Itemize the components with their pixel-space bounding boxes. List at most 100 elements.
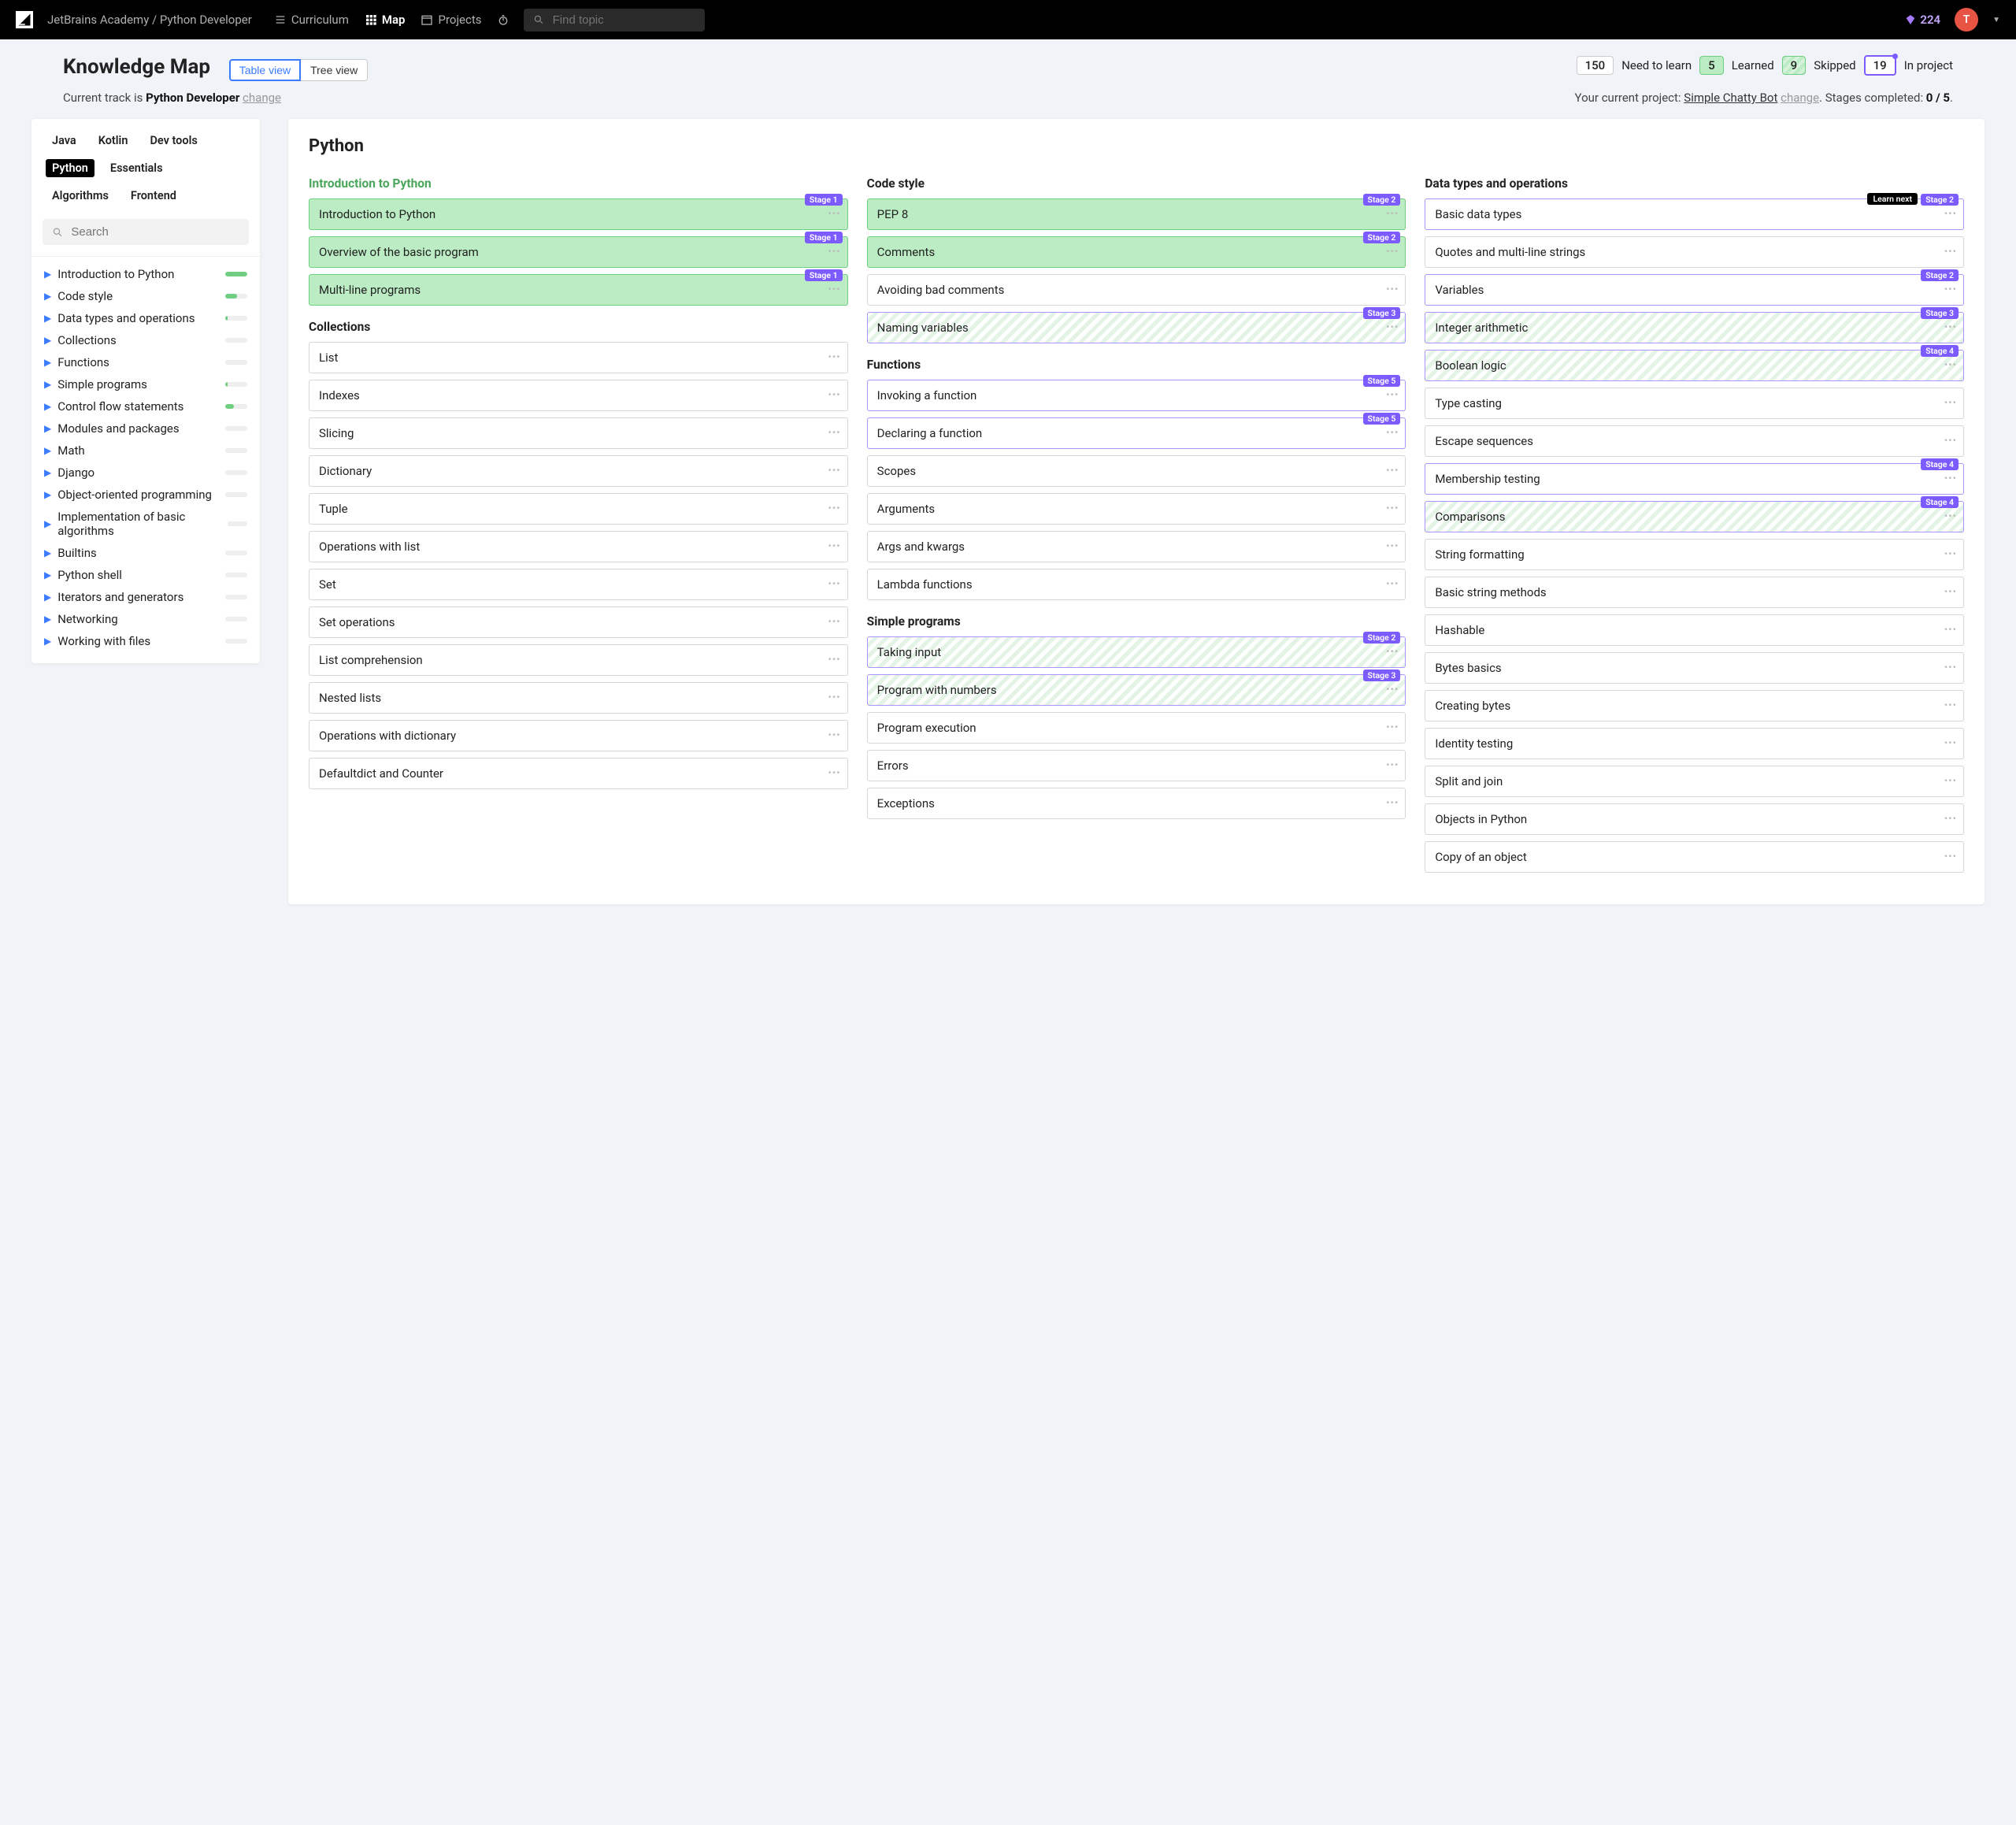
more-icon[interactable]: •••: [1944, 360, 1957, 372]
more-icon[interactable]: •••: [1386, 579, 1399, 591]
tree-item[interactable]: ▶ Functions: [43, 351, 249, 373]
tree-item[interactable]: ▶ Iterators and generators: [43, 586, 249, 608]
more-icon[interactable]: •••: [1944, 209, 1957, 221]
tree-item[interactable]: ▶ Working with files: [43, 630, 249, 652]
tree-item[interactable]: ▶ Modules and packages: [43, 417, 249, 440]
more-icon[interactable]: •••: [828, 247, 841, 258]
tree-item[interactable]: ▶ Data types and operations: [43, 307, 249, 329]
topic-card[interactable]: Copy of an object •••: [1425, 841, 1964, 873]
more-icon[interactable]: •••: [1944, 700, 1957, 712]
topic-card[interactable]: Lambda functions •••: [867, 569, 1406, 600]
table-view-button[interactable]: Table view: [229, 59, 301, 81]
sidebar-search[interactable]: [43, 219, 249, 245]
topic-card[interactable]: Set operations •••: [309, 606, 848, 638]
more-icon[interactable]: •••: [1386, 722, 1399, 734]
more-icon[interactable]: •••: [1386, 798, 1399, 810]
topic-card[interactable]: Taking input •••Stage 2: [867, 636, 1406, 668]
topic-card[interactable]: Scopes •••: [867, 455, 1406, 487]
more-icon[interactable]: •••: [828, 617, 841, 629]
topic-card[interactable]: Comparisons •••Stage 4: [1425, 501, 1964, 532]
more-icon[interactable]: •••: [1386, 647, 1399, 658]
topic-card[interactable]: Escape sequences •••: [1425, 425, 1964, 457]
tree-item[interactable]: ▶ Python shell: [43, 564, 249, 586]
tree-item[interactable]: ▶ Simple programs: [43, 373, 249, 395]
more-icon[interactable]: •••: [1944, 398, 1957, 410]
topic-card[interactable]: Identity testing •••: [1425, 728, 1964, 759]
topic-card[interactable]: Type casting •••: [1425, 388, 1964, 419]
topic-card[interactable]: Naming variables •••Stage 3: [867, 312, 1406, 343]
topic-card[interactable]: Multi-line programs •••Stage 1: [309, 274, 848, 306]
sidebar-tab[interactable]: Java: [46, 132, 83, 150]
topic-card[interactable]: Args and kwargs •••: [867, 531, 1406, 562]
topic-card[interactable]: Program with numbers •••Stage 3: [867, 674, 1406, 706]
tree-item[interactable]: ▶ Code style: [43, 285, 249, 307]
gems-counter[interactable]: 224: [1904, 13, 1940, 27]
topic-card[interactable]: Dictionary •••: [309, 455, 848, 487]
topic-card[interactable]: Program execution •••: [867, 712, 1406, 744]
tree-item[interactable]: ▶ Introduction to Python: [43, 263, 249, 285]
more-icon[interactable]: •••: [1944, 776, 1957, 788]
sidebar-tab[interactable]: Python: [46, 159, 94, 177]
tree-item[interactable]: ▶ Networking: [43, 608, 249, 630]
more-icon[interactable]: •••: [828, 284, 841, 296]
topic-card[interactable]: Invoking a function •••Stage 5: [867, 380, 1406, 411]
more-icon[interactable]: •••: [828, 730, 841, 742]
sidebar-tab[interactable]: Frontend: [124, 187, 183, 205]
sidebar-tab[interactable]: Algorithms: [46, 187, 115, 205]
topic-card[interactable]: Indexes •••: [309, 380, 848, 411]
more-icon[interactable]: •••: [1386, 209, 1399, 221]
more-icon[interactable]: •••: [828, 428, 841, 440]
logo[interactable]: [16, 11, 33, 28]
topic-card[interactable]: Overview of the basic program •••Stage 1: [309, 236, 848, 268]
topic-card[interactable]: Variables •••Stage 2: [1425, 274, 1964, 306]
tree-item[interactable]: ▶ Object-oriented programming: [43, 484, 249, 506]
topic-card[interactable]: Boolean logic •••Stage 4: [1425, 350, 1964, 381]
more-icon[interactable]: •••: [1386, 503, 1399, 515]
topic-card[interactable]: Quotes and multi-line strings •••: [1425, 236, 1964, 268]
topic-card[interactable]: Exceptions •••: [867, 788, 1406, 819]
topic-card[interactable]: Tuple •••: [309, 493, 848, 525]
topic-card[interactable]: Errors •••: [867, 750, 1406, 781]
topic-card[interactable]: Basic string methods •••: [1425, 577, 1964, 608]
tree-item[interactable]: ▶ Control flow statements: [43, 395, 249, 417]
topic-card[interactable]: Bytes basics •••: [1425, 652, 1964, 684]
topic-card[interactable]: Avoiding bad comments •••: [867, 274, 1406, 306]
more-icon[interactable]: •••: [828, 579, 841, 591]
nav-timer[interactable]: [497, 13, 510, 26]
more-icon[interactable]: •••: [1386, 541, 1399, 553]
topic-card[interactable]: Basic data types •••Stage 2Learn next: [1425, 198, 1964, 230]
topic-card[interactable]: Hashable •••: [1425, 614, 1964, 646]
topic-card[interactable]: PEP 8 •••Stage 2: [867, 198, 1406, 230]
nav-projects[interactable]: Projects: [421, 13, 481, 27]
change-track-link[interactable]: change: [243, 91, 281, 105]
sidebar-tab[interactable]: Kotlin: [92, 132, 135, 150]
topic-card[interactable]: Declaring a function •••Stage 5: [867, 417, 1406, 449]
more-icon[interactable]: •••: [1944, 625, 1957, 636]
more-icon[interactable]: •••: [1944, 436, 1957, 447]
topic-card[interactable]: String formatting •••: [1425, 539, 1964, 570]
more-icon[interactable]: •••: [1386, 247, 1399, 258]
more-icon[interactable]: •••: [1386, 428, 1399, 440]
tree-item[interactable]: ▶ Implementation of basic algorithms: [43, 506, 249, 542]
topic-card[interactable]: Arguments •••: [867, 493, 1406, 525]
project-link[interactable]: Simple Chatty Bot: [1684, 91, 1777, 105]
sidebar-tab[interactable]: Essentials: [104, 159, 169, 177]
topic-card[interactable]: Objects in Python •••: [1425, 803, 1964, 835]
more-icon[interactable]: •••: [1386, 390, 1399, 402]
change-project-link[interactable]: change: [1781, 91, 1819, 105]
tree-item[interactable]: ▶ Math: [43, 440, 249, 462]
more-icon[interactable]: •••: [1386, 760, 1399, 772]
topic-card[interactable]: Operations with dictionary •••: [309, 720, 848, 751]
topic-card[interactable]: Set •••: [309, 569, 848, 600]
more-icon[interactable]: •••: [828, 390, 841, 402]
more-icon[interactable]: •••: [828, 655, 841, 666]
more-icon[interactable]: •••: [1944, 247, 1957, 258]
more-icon[interactable]: •••: [828, 209, 841, 221]
topic-card[interactable]: List •••: [309, 342, 848, 373]
nav-curriculum[interactable]: Curriculum: [274, 13, 349, 27]
topic-card[interactable]: Integer arithmetic •••Stage 3: [1425, 312, 1964, 343]
nav-map[interactable]: Map: [365, 13, 406, 27]
more-icon[interactable]: •••: [828, 466, 841, 477]
topic-card[interactable]: Creating bytes •••: [1425, 690, 1964, 721]
more-icon[interactable]: •••: [828, 503, 841, 515]
